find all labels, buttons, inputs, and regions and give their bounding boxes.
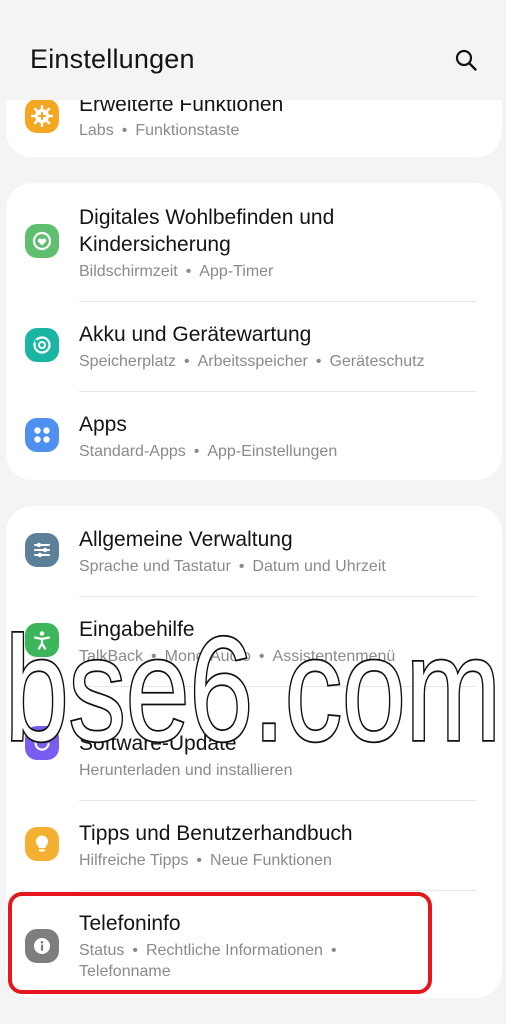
item-subtitle: Hilfreiche Tipps • Neue Funktionen bbox=[79, 852, 332, 869]
item-subtitle: Standard-Apps • App-Einstellungen bbox=[79, 443, 338, 460]
subtitle-part: Geräteschutz bbox=[329, 353, 425, 370]
subtitle-part: Hilfreiche Tipps bbox=[79, 852, 189, 869]
device-care-icon bbox=[25, 328, 59, 362]
settings-card-device: Digitales Wohlbefinden und Kindersicheru… bbox=[6, 183, 502, 480]
item-subtitle: Sprache und Tastatur • Datum und Uhrzeit bbox=[79, 558, 386, 575]
apps-icon bbox=[25, 418, 59, 452]
search-icon bbox=[455, 49, 477, 71]
settings-item-tips-manual[interactable]: Tipps und Benutzerhandbuch Hilfreiche Ti… bbox=[6, 801, 502, 890]
item-label: Allgemeine Verwaltung bbox=[79, 528, 293, 551]
item-label-line2: Kindersicherung bbox=[79, 233, 231, 256]
subtitle-part: Standard-Apps bbox=[79, 443, 186, 460]
item-subtitle: Labs • Funktionstaste bbox=[79, 122, 240, 139]
highlight-frame bbox=[8, 892, 432, 994]
wellbeing-icon bbox=[25, 224, 59, 258]
app-header: Einstellungen bbox=[0, 0, 506, 100]
watermark-text: bse6.com bbox=[5, 607, 501, 772]
tips-icon bbox=[25, 827, 59, 861]
search-button[interactable] bbox=[448, 42, 484, 78]
watermark: bse6.com bbox=[3, 605, 503, 774]
item-label-line1: Digitales Wohlbefinden und bbox=[79, 206, 335, 229]
subtitle-part: Speicherplatz bbox=[79, 353, 176, 370]
subtitle-part: App-Timer bbox=[199, 263, 274, 280]
settings-item-digital-wellbeing[interactable]: Digitales Wohlbefinden und Kindersicheru… bbox=[6, 183, 502, 301]
item-label: Tipps und Benutzerhandbuch bbox=[79, 822, 353, 845]
subtitle-part: Funktionstaste bbox=[135, 122, 240, 139]
subtitle-part: Labs bbox=[79, 122, 114, 139]
subtitle-part: Neue Funktionen bbox=[209, 852, 332, 869]
page-title: Einstellungen bbox=[30, 44, 195, 74]
subtitle-part: Datum und Uhrzeit bbox=[252, 558, 386, 575]
settings-item-apps[interactable]: Apps Standard-Apps • App-Einstellungen bbox=[6, 392, 502, 480]
subtitle-part: App-Einstellungen bbox=[207, 443, 338, 460]
item-subtitle: Bildschirmzeit • App-Timer bbox=[79, 263, 274, 280]
sliders-icon bbox=[25, 533, 59, 567]
item-label: Akku und Gerätewartung bbox=[79, 323, 312, 346]
item-label: Apps bbox=[79, 413, 127, 436]
subtitle-part: Sprache und Tastatur bbox=[79, 558, 231, 575]
gear-plus-icon bbox=[25, 99, 59, 133]
subtitle-part: Bildschirmzeit bbox=[79, 263, 178, 280]
item-subtitle: Speicherplatz • Arbeitsspeicher • Geräteschu… bbox=[79, 353, 425, 370]
subtitle-part: Arbeitsspeicher bbox=[197, 353, 308, 370]
settings-item-battery-device-care[interactable]: Akku und Gerätewartung Speicherplatz • Arb… bbox=[6, 302, 502, 391]
